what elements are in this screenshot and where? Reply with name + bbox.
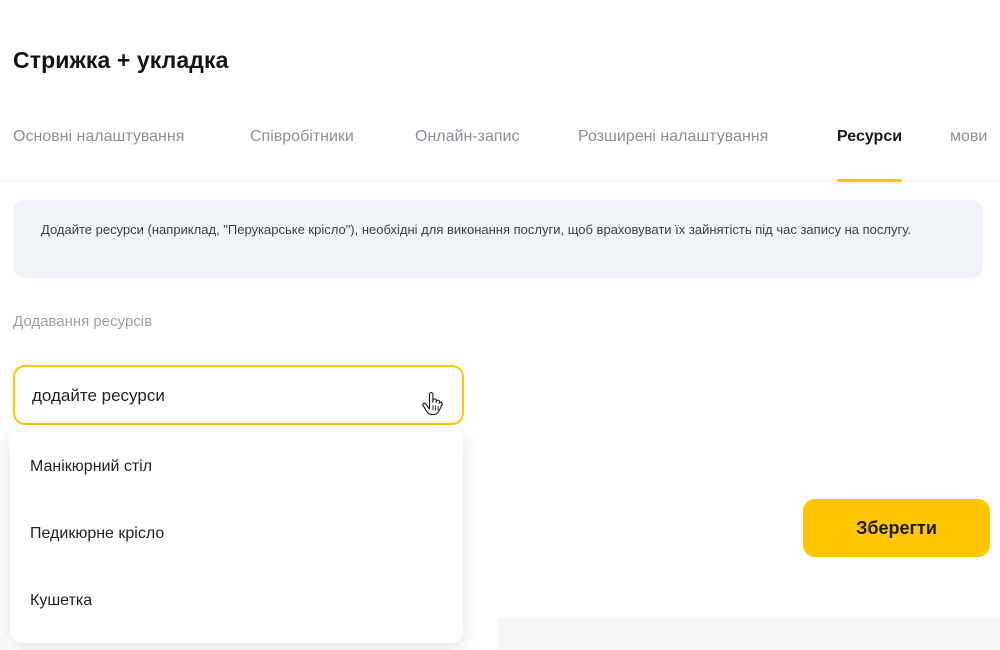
resources-dropdown: Манікюрний стіл Педикюрне крісло Кушетка [10,428,463,643]
tab-languages[interactable]: мови [950,128,987,181]
tab-label: Ресурси [837,128,903,145]
hand-pointer-icon [422,392,443,416]
option-manicure-table[interactable]: Манікюрний стіл [30,458,152,476]
option-couch[interactable]: Кушетка [30,592,92,610]
info-text: Додайте ресурси (наприклад, "Перукарське… [41,222,912,237]
resources-select[interactable]: додайте ресурси [13,365,464,425]
resources-select-placeholder: додайте ресурси [32,386,165,405]
tab-label: Співробітники [250,128,354,145]
tab-employees[interactable]: Співробітники [250,128,354,181]
tab-online-booking[interactable]: Онлайн-запис [415,128,519,181]
footer-strip [498,618,1000,650]
tab-label: мови [950,128,988,145]
tab-label: Розширені налаштування [578,128,769,145]
tab-bar: Основні налаштування Співробітники Онлай… [0,128,1000,182]
service-settings-page: Стрижка + укладка Основні налаштування С… [0,0,1000,650]
tab-basic-settings[interactable]: Основні налаштування [13,128,184,181]
option-pedicure-chair[interactable]: Педикюрне крісло [30,525,164,543]
active-tab-indicator [837,179,903,182]
tab-advanced-settings[interactable]: Розширені налаштування [578,128,768,181]
tab-label: Основні налаштування [13,128,185,145]
tab-label: Онлайн-запис [415,128,520,145]
footer-strip-left [0,636,10,650]
save-button[interactable]: Зберегти [803,499,990,557]
tab-resources[interactable]: Ресурси [837,128,903,182]
add-resources-label: Додавання ресурсів [13,313,153,330]
page-title: Стрижка + укладка [13,47,229,73]
resources-info-banner: Додайте ресурси (наприклад, "Перукарське… [13,200,983,278]
